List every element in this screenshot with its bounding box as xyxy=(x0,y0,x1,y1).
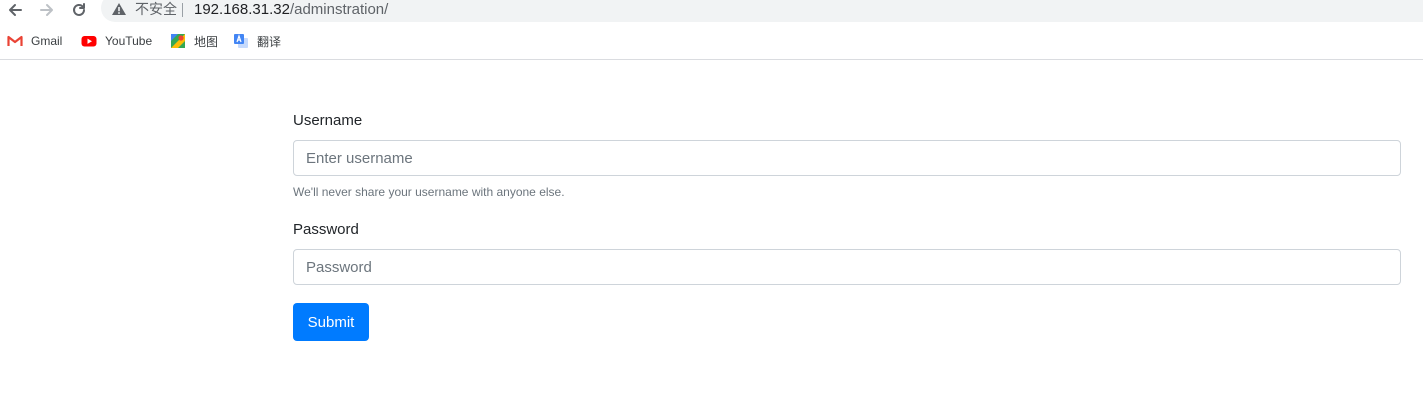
password-label: Password xyxy=(293,221,359,238)
maps-icon xyxy=(171,34,185,48)
bookmark-gmail[interactable]: Gmail xyxy=(7,33,62,49)
username-label: Username xyxy=(293,112,363,129)
translate-icon xyxy=(234,34,248,48)
password-input[interactable] xyxy=(293,249,1401,285)
security-status-label[interactable]: 不安全 xyxy=(135,2,177,18)
reload-button[interactable] xyxy=(69,1,89,19)
username-help-text: We'll never share your username with any… xyxy=(293,185,565,199)
address-bar[interactable]: 不安全 192.168.31.32/adminstration/ xyxy=(101,0,1423,22)
bookmarks-bar: Gmail YouTube 地图 翻译 xyxy=(0,22,1423,60)
bookmark-label: 地图 xyxy=(194,34,219,49)
bookmark-youtube[interactable]: YouTube xyxy=(81,33,152,49)
url-host: 192.168.31.32 xyxy=(194,1,290,18)
username-input[interactable] xyxy=(293,140,1401,176)
reload-icon xyxy=(73,3,85,16)
back-arrow-icon xyxy=(9,4,22,16)
bookmark-label: 翻译 xyxy=(257,34,282,49)
bookmark-maps[interactable]: 地图 xyxy=(170,33,218,49)
warning-icon[interactable] xyxy=(111,2,127,16)
url-path: /adminstration/ xyxy=(289,1,389,18)
forward-button[interactable] xyxy=(37,1,57,19)
back-button[interactable] xyxy=(5,1,25,19)
forward-arrow-icon xyxy=(40,4,53,16)
bookmark-label: YouTube xyxy=(105,34,153,48)
url-separator xyxy=(182,3,183,17)
gmail-icon xyxy=(7,35,23,46)
youtube-icon xyxy=(81,36,97,47)
bookmark-translate[interactable]: 翻译 xyxy=(233,33,281,49)
bookmark-label: Gmail xyxy=(31,34,63,48)
url-text[interactable]: 192.168.31.32/adminstration/ xyxy=(194,1,388,19)
browser-toolbar: 不安全 192.168.31.32/adminstration/ xyxy=(0,0,1423,22)
submit-button[interactable]: Submit xyxy=(293,303,369,341)
